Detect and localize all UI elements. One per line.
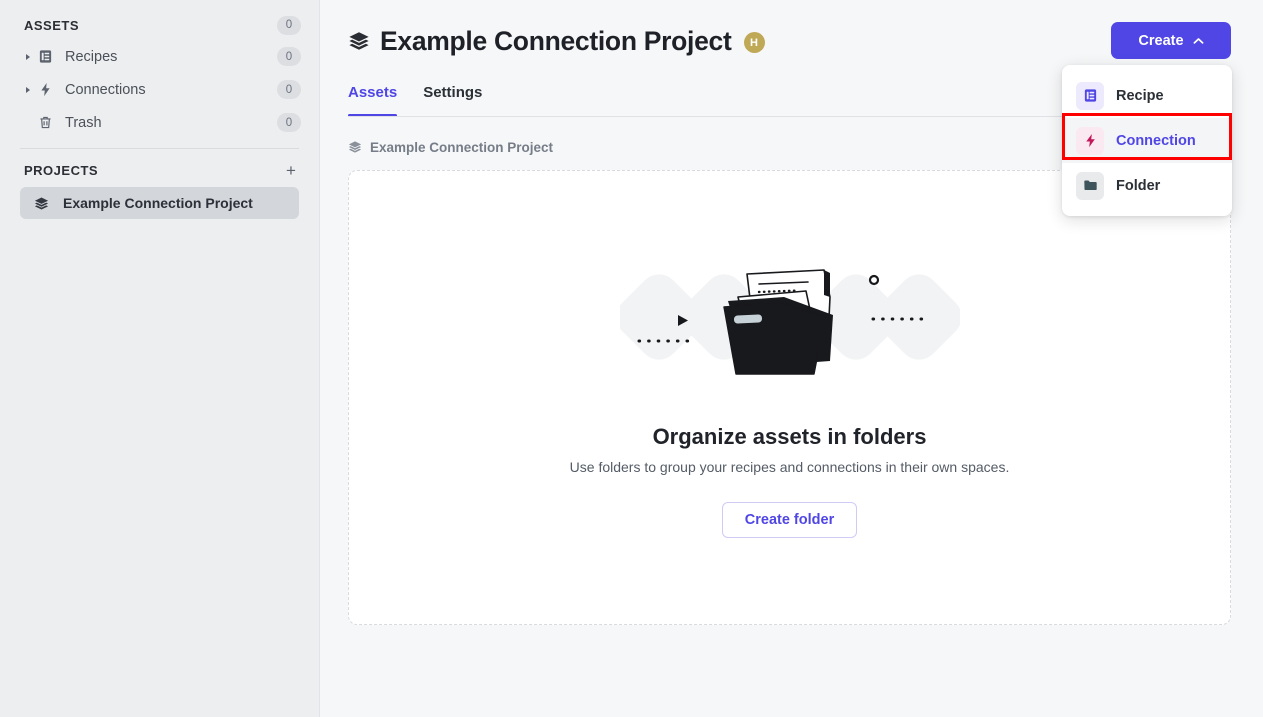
stack-layers-icon — [34, 196, 54, 211]
breadcrumb-item[interactable]: Example Connection Project — [370, 140, 553, 155]
empty-state-subtitle: Use folders to group your recipes and co… — [569, 459, 1010, 475]
avatar[interactable]: H — [743, 32, 765, 53]
recipe-document-icon — [38, 49, 58, 64]
sidebar-section-assets-label: ASSETS — [24, 17, 80, 33]
sidebar-item-recipes[interactable]: Recipes 0 — [0, 40, 319, 73]
sidebar-project-example-connection-project[interactable]: Example Connection Project — [20, 187, 299, 219]
create-dropdown-menu: Recipe Connection Folder — [1062, 65, 1232, 216]
sidebar-item-connections-label: Connections — [65, 81, 146, 98]
sidebar-item-recipes-count: 0 — [277, 47, 301, 66]
sidebar-section-assets-count: 0 — [277, 15, 301, 35]
tab-settings[interactable]: Settings — [423, 84, 482, 117]
open-folder-with-documents-illustration — [615, 257, 962, 382]
page-title: Example Connection Project — [380, 25, 732, 56]
create-button[interactable]: Create — [1111, 22, 1231, 59]
empty-state-title: Organize assets in folders — [652, 424, 927, 449]
lightning-bolt-icon — [38, 82, 58, 97]
menu-item-recipe[interactable]: Recipe — [1062, 73, 1232, 118]
sidebar-item-trash-count: 0 — [277, 113, 301, 132]
lightning-bolt-icon — [1076, 126, 1104, 155]
sidebar-item-recipes-label: Recipes — [65, 48, 118, 65]
sidebar-project-label: Example Connection Project — [63, 195, 253, 211]
expand-caret-icon[interactable] — [24, 53, 38, 61]
empty-state-card: Organize assets in folders Use folders t… — [348, 170, 1231, 625]
expand-caret-icon[interactable] — [24, 86, 38, 94]
menu-item-folder[interactable]: Folder — [1062, 163, 1232, 208]
recipe-document-icon — [1076, 81, 1104, 110]
menu-item-recipe-label: Recipe — [1116, 87, 1164, 104]
menu-item-folder-label: Folder — [1116, 177, 1161, 194]
stack-layers-icon — [348, 30, 370, 52]
sidebar-item-trash[interactable]: Trash 0 — [0, 106, 319, 139]
app-root: ASSETS 0 Recipes 0 Connections 0 Trash 0… — [0, 0, 1263, 717]
tab-assets[interactable]: Assets — [348, 84, 398, 117]
folder-icon — [1076, 171, 1104, 200]
stack-layers-icon — [348, 140, 362, 154]
sidebar-section-assets: ASSETS 0 — [0, 10, 319, 40]
sidebar: ASSETS 0 Recipes 0 Connections 0 Trash 0… — [0, 0, 320, 717]
menu-item-connection[interactable]: Connection — [1062, 118, 1232, 163]
create-button-label: Create — [1138, 32, 1184, 49]
trash-can-icon — [38, 115, 58, 130]
sidebar-divider — [20, 148, 299, 149]
chevron-up-icon — [1193, 37, 1204, 45]
sidebar-item-connections[interactable]: Connections 0 — [0, 73, 319, 106]
tab-settings-label: Settings — [423, 84, 483, 101]
add-project-button[interactable]: + — [281, 160, 301, 180]
menu-item-connection-label: Connection — [1116, 132, 1196, 149]
create-folder-button[interactable]: Create folder — [721, 502, 858, 538]
sidebar-section-projects-label: PROJECTS — [24, 162, 99, 178]
tab-assets-label: Assets — [348, 84, 398, 101]
sidebar-item-trash-label: Trash — [65, 114, 102, 131]
sidebar-item-connections-count: 0 — [277, 80, 301, 99]
page-header: Example Connection Project H Create — [348, 18, 1231, 64]
sidebar-section-projects: PROJECTS + — [0, 155, 319, 185]
